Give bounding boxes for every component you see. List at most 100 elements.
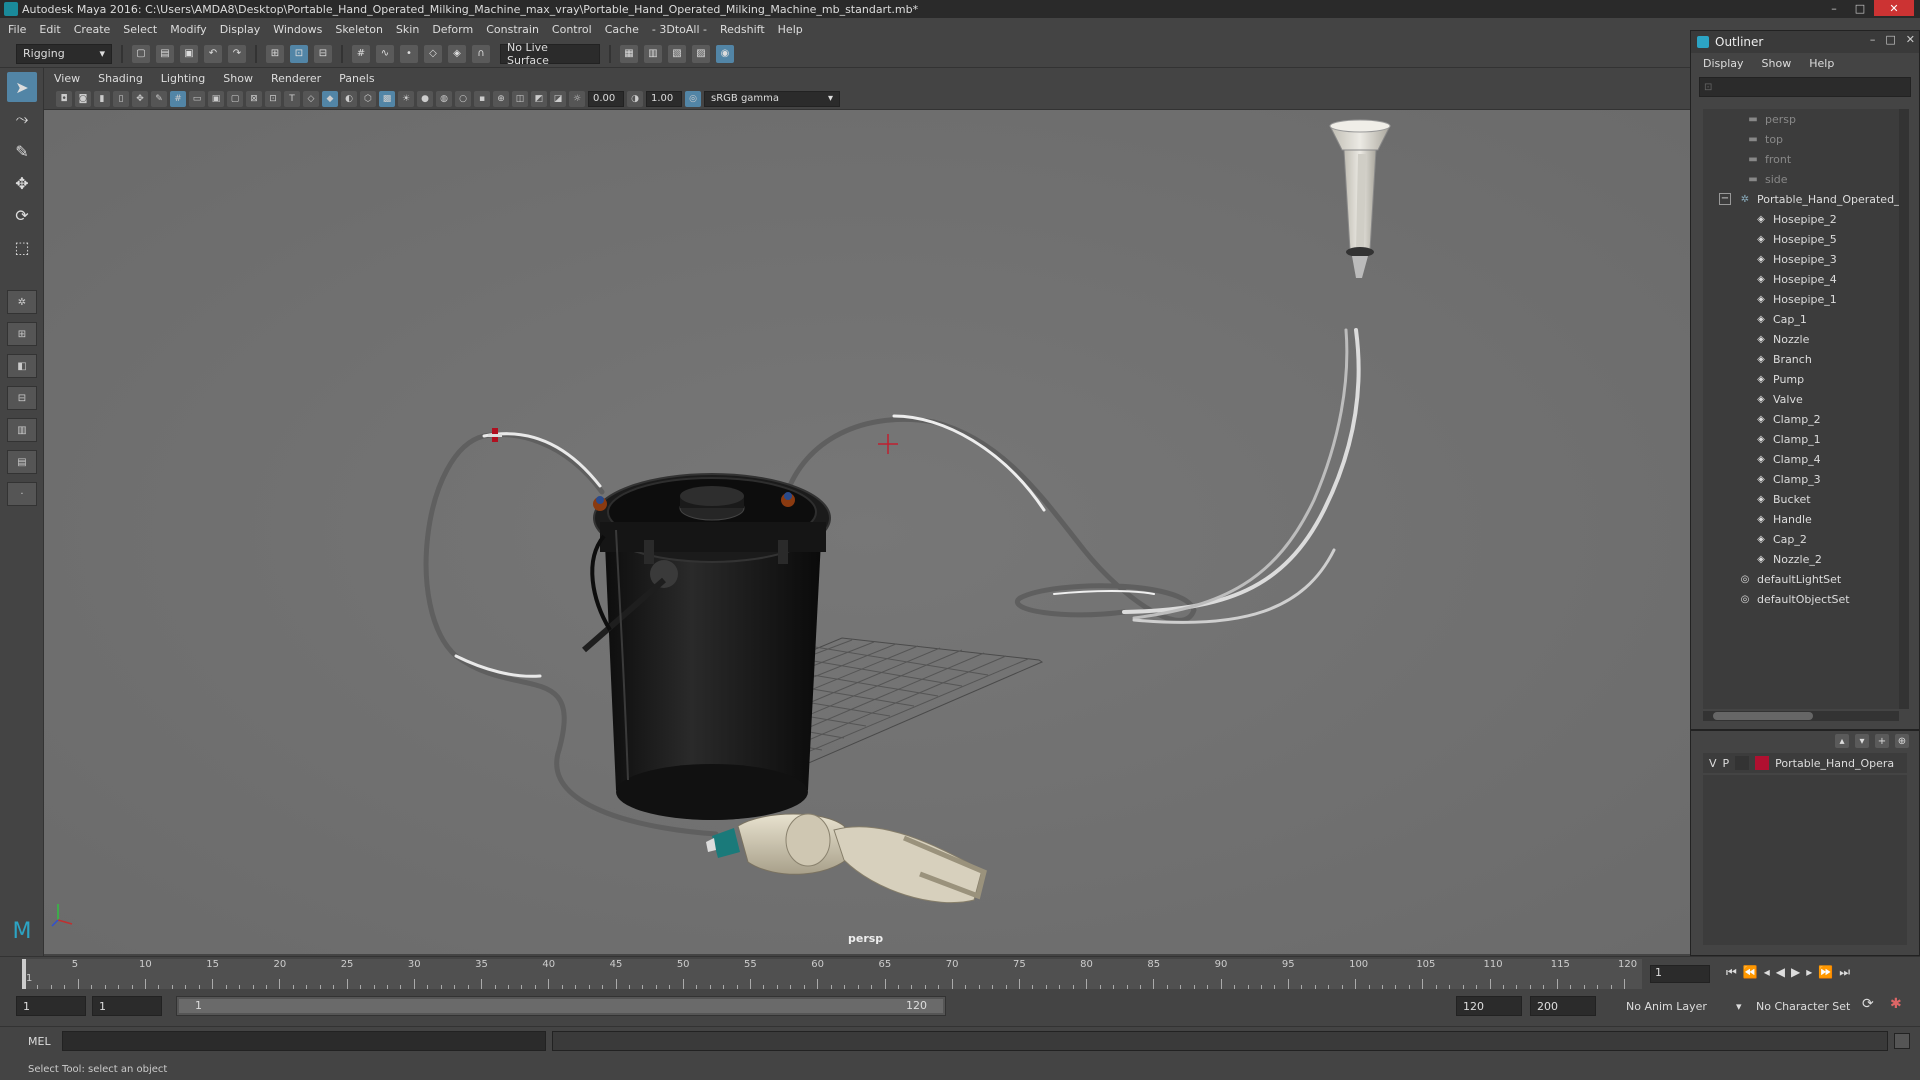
new-layer-icon[interactable]: + [1875,734,1889,748]
menu-windows[interactable]: Windows [273,23,322,36]
viewport-menu-lighting[interactable]: Lighting [161,72,205,85]
grease-pencil-icon[interactable]: ✎ [151,90,167,107]
safe-title-icon[interactable]: T [284,90,300,107]
step-back-frame-icon[interactable]: ◂ [1764,965,1770,980]
outliner-item-pump[interactable]: ◈ Pump [1703,369,1909,389]
outliner-menu-show[interactable]: Show [1762,57,1792,70]
outliner-item-nozzle-2[interactable]: ◈ Nozzle_2 [1703,549,1909,569]
resolution-gate-icon[interactable]: ▣ [208,90,224,107]
menu-skeleton[interactable]: Skeleton [335,23,383,36]
menu-create[interactable]: Create [74,23,111,36]
outliner-minimize-button[interactable]: – [1870,33,1876,46]
scale-tool-icon[interactable]: ⬚ [7,232,37,262]
go-to-start-icon[interactable]: ⏮ [1726,965,1737,980]
select-tool-icon[interactable]: ➤ [7,72,37,102]
current-time-indicator[interactable] [22,959,26,989]
four-view-layout-icon[interactable]: ⊞ [7,322,37,346]
2d-pan-zoom-icon[interactable]: ✥ [132,90,148,107]
outliner-item-hosepipe-1[interactable]: ◈ Hosepipe_1 [1703,289,1909,309]
viewport-menu-view[interactable]: View [54,72,80,85]
menu-help[interactable]: Help [778,23,803,36]
layer-name[interactable]: Portable_Hand_Opera [1775,757,1894,770]
textured-icon[interactable]: ▩ [379,90,395,107]
camera-attributes-icon[interactable]: ◙ [75,90,91,107]
outliner-item-handle[interactable]: ◈ Handle [1703,509,1909,529]
outliner-item-clamp-3[interactable]: ◈ Clamp_3 [1703,469,1909,489]
image-plane-icon[interactable]: ▯ [113,90,129,107]
outliner-horizontal-scrollbar[interactable] [1703,711,1899,721]
new-scene-icon[interactable]: ▢ [132,44,150,63]
view-transform-dropdown[interactable]: sRGB gamma ▾ [704,90,840,107]
outliner-item-cap-2[interactable]: ◈ Cap_2 [1703,529,1909,549]
magnet-icon[interactable]: ∩ [472,44,490,63]
minimize-button[interactable]: – [1822,0,1846,16]
menu-cache[interactable]: Cache [605,23,639,36]
anti-aliasing-icon[interactable]: ▪ [474,90,490,107]
persp-graph-layout-icon[interactable]: ⊟ [7,386,37,410]
outliner-layout-icon[interactable]: ▤ [7,450,37,474]
go-to-end-icon[interactable]: ⏭ [1839,965,1850,980]
outliner-item-root-group[interactable]: − ✲ Portable_Hand_Operated_ [1703,189,1909,209]
outliner-item-hosepipe-5[interactable]: ◈ Hosepipe_5 [1703,229,1909,249]
outliner-item-clamp-1[interactable]: ◈ Clamp_1 [1703,429,1909,449]
viewport-menu-renderer[interactable]: Renderer [271,72,321,85]
redo-icon[interactable]: ↷ [228,44,246,63]
select-hierarchy-icon[interactable]: ⊞ [266,44,284,63]
perspective-viewport[interactable]: persp [44,110,1690,954]
undo-icon[interactable]: ↶ [204,44,222,63]
outliner-item-persp[interactable]: ▬ persp [1703,109,1909,129]
outliner-item-default-object-set[interactable]: ◎ defaultObjectSet [1703,589,1909,609]
layer-visibility-toggle[interactable]: V [1709,757,1717,770]
smooth-shade-icon[interactable]: ◆ [322,90,338,107]
play-forward-icon[interactable]: ▶ [1791,965,1800,980]
grid-toggle-icon[interactable]: # [170,90,186,107]
outliner-maximize-button[interactable]: □ [1885,33,1895,46]
command-language-label[interactable]: MEL [28,1035,51,1048]
layer-row[interactable]: V P Portable_Hand_Opera [1703,753,1907,773]
outliner-item-side[interactable]: ▬ side [1703,169,1909,189]
move-layer-down-icon[interactable]: ▾ [1855,734,1869,748]
outliner-item-front[interactable]: ▬ front [1703,149,1909,169]
exposure-field[interactable]: 0.00 [588,90,624,107]
xray-joints-icon[interactable]: ◩ [531,90,547,107]
xray-components-icon[interactable]: ◪ [550,90,566,107]
select-component-icon[interactable]: ⊟ [314,44,332,63]
save-scene-icon[interactable]: ▣ [180,44,198,63]
gamma-field[interactable]: 1.00 [646,90,682,107]
outliner-item-nozzle[interactable]: ◈ Nozzle [1703,329,1909,349]
wireframe-icon[interactable]: ◇ [303,90,319,107]
outliner-close-button[interactable]: ✕ [1906,33,1915,46]
hypershade-icon[interactable]: ◉ [716,44,734,63]
menu-modify[interactable]: Modify [170,23,206,36]
ipr-render-icon[interactable]: ▧ [668,44,686,63]
bookmark-icon[interactable]: ▮ [94,90,110,107]
hypershade-layout-icon[interactable]: ▥ [7,418,37,442]
snap-view-icon[interactable]: ◇ [424,44,442,63]
range-slider[interactable]: 1 120 [176,996,946,1016]
animation-end-field[interactable]: 200 [1530,996,1596,1016]
paint-select-tool-icon[interactable]: ✎ [7,136,37,166]
default-material-icon[interactable]: ◐ [341,90,357,107]
use-all-lights-icon[interactable]: ☀ [398,90,414,107]
viewport-menu-shading[interactable]: Shading [98,72,143,85]
outliner-search-input[interactable]: ⊡ [1699,77,1911,97]
lasso-tool-icon[interactable]: ⤳ [7,104,37,134]
isolate-select-icon[interactable]: ⊕ [493,90,509,107]
xray-icon[interactable]: ◫ [512,90,528,107]
close-button[interactable]: ✕ [1874,0,1914,16]
current-frame-field[interactable]: 1 [1650,965,1710,983]
layer-color-swatch[interactable] [1755,756,1770,770]
outliner-item-default-light-set[interactable]: ◎ defaultLightSet [1703,569,1909,589]
outliner-vertical-scrollbar[interactable] [1899,109,1909,709]
character-set-dropdown[interactable]: No Character Set [1756,1000,1850,1013]
outliner-item-top[interactable]: ▬ top [1703,129,1909,149]
outliner-menu-help[interactable]: Help [1809,57,1834,70]
outliner-item-clamp-2[interactable]: ◈ Clamp_2 [1703,409,1909,429]
live-surface-field[interactable]: No Live Surface [500,41,600,67]
snap-grid-icon[interactable]: # [352,44,370,63]
outliner-menu-display[interactable]: Display [1703,57,1744,70]
outliner-item-hosepipe-3[interactable]: ◈ Hosepipe_3 [1703,249,1909,269]
gate-mask-icon[interactable]: ▢ [227,90,243,107]
chevron-down-icon[interactable]: ▾ [1736,1000,1742,1013]
menu-redshift[interactable]: Redshift [720,23,765,36]
